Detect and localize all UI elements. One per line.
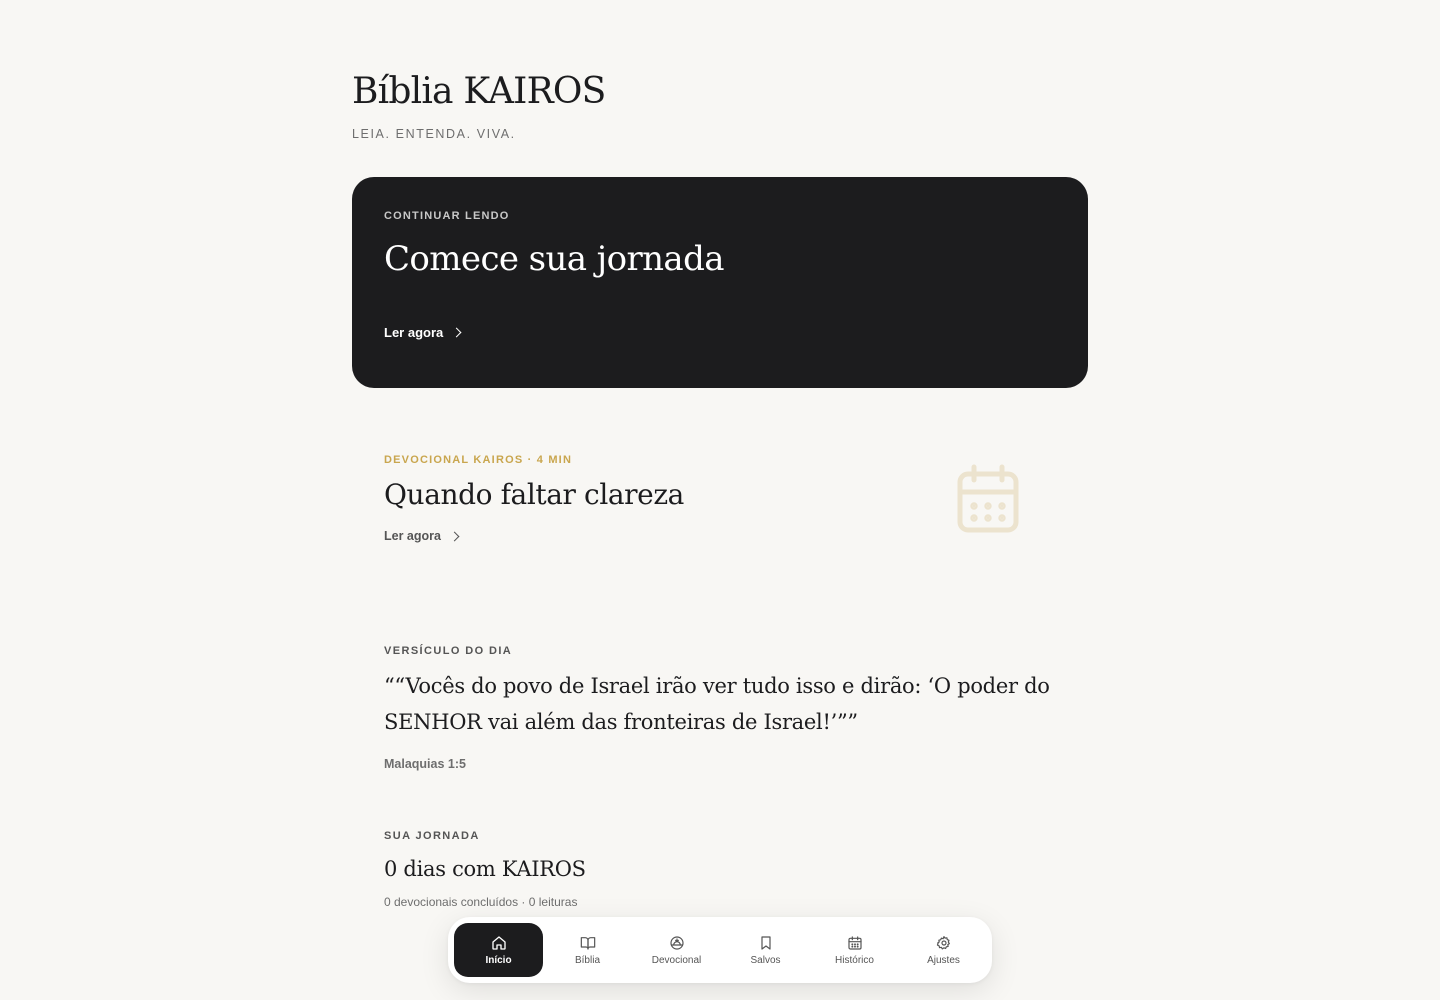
gear-icon [936, 935, 950, 949]
devotional-title: Quando faltar clareza [384, 478, 684, 511]
continue-reading-title: Comece sua jornada [384, 239, 725, 279]
calendar-icon [847, 935, 862, 950]
nav-label: Bíblia [574, 954, 600, 966]
nav-item-ajustes[interactable]: Ajustes [899, 923, 988, 977]
devotional-eyebrow: DEVOCIONAL KAIROS · 4 MIN [384, 454, 573, 466]
continue-reading-button[interactable]: Ler agora [384, 325, 462, 340]
nav-item-inicio[interactable]: Início [454, 923, 543, 977]
nav-label: Ajustes [927, 954, 960, 966]
nav-label: Salvos [750, 954, 781, 966]
devotional-read-button-label: Ler agora [384, 529, 441, 543]
nav-label: Histórico [835, 954, 874, 966]
nav-item-historico[interactable]: Histórico [810, 923, 899, 977]
home-icon [491, 935, 506, 950]
calendar-icon [957, 464, 1019, 533]
book-open-icon [580, 936, 595, 950]
bottom-nav: Início Bíblia Devocional Salvos Históric… [448, 917, 992, 983]
app-tagline: LEIA. ENTENDA. VIVA. [352, 127, 516, 141]
home-page: Bíblia KAIROS LEIA. ENTENDA. VIVA. CONTI… [0, 0, 1440, 1000]
verse-of-day-text: ““Vocês do povo de Israel irão ver tudo … [384, 674, 1050, 734]
continue-reading-button-label: Ler agora [384, 325, 444, 340]
continue-reading-eyebrow: CONTINUAR LENDO [384, 210, 510, 222]
chevron-right-icon [451, 327, 462, 338]
verse-of-day-reference: Malaquias 1:5 [384, 757, 466, 771]
chevron-right-icon [449, 531, 460, 541]
app-title: Bíblia KAIROS [352, 71, 606, 112]
devotional-read-button[interactable]: Ler agora [384, 529, 460, 543]
verse-of-day-eyebrow: VERSÍCULO DO DIA [384, 645, 513, 657]
journey-stats: 0 devocionais concluídos · 0 leituras [384, 895, 578, 909]
journey-title: 0 dias com KAIROS [384, 857, 586, 881]
nav-label: Início [485, 954, 512, 966]
continue-reading-card[interactable]: CONTINUAR LENDO Comece sua jornada Ler a… [352, 177, 1088, 388]
bookmark-icon [760, 935, 771, 950]
nav-item-salvos[interactable]: Salvos [721, 923, 810, 977]
sunrise-icon [669, 935, 684, 950]
nav-item-biblia[interactable]: Bíblia [543, 923, 632, 977]
devotional-card[interactable]: DEVOCIONAL KAIROS · 4 MIN Quando faltar … [384, 452, 1056, 552]
journey-eyebrow: SUA JORNADA [384, 830, 480, 842]
nav-label: Devocional [651, 954, 702, 966]
nav-item-devocional[interactable]: Devocional [632, 923, 721, 977]
